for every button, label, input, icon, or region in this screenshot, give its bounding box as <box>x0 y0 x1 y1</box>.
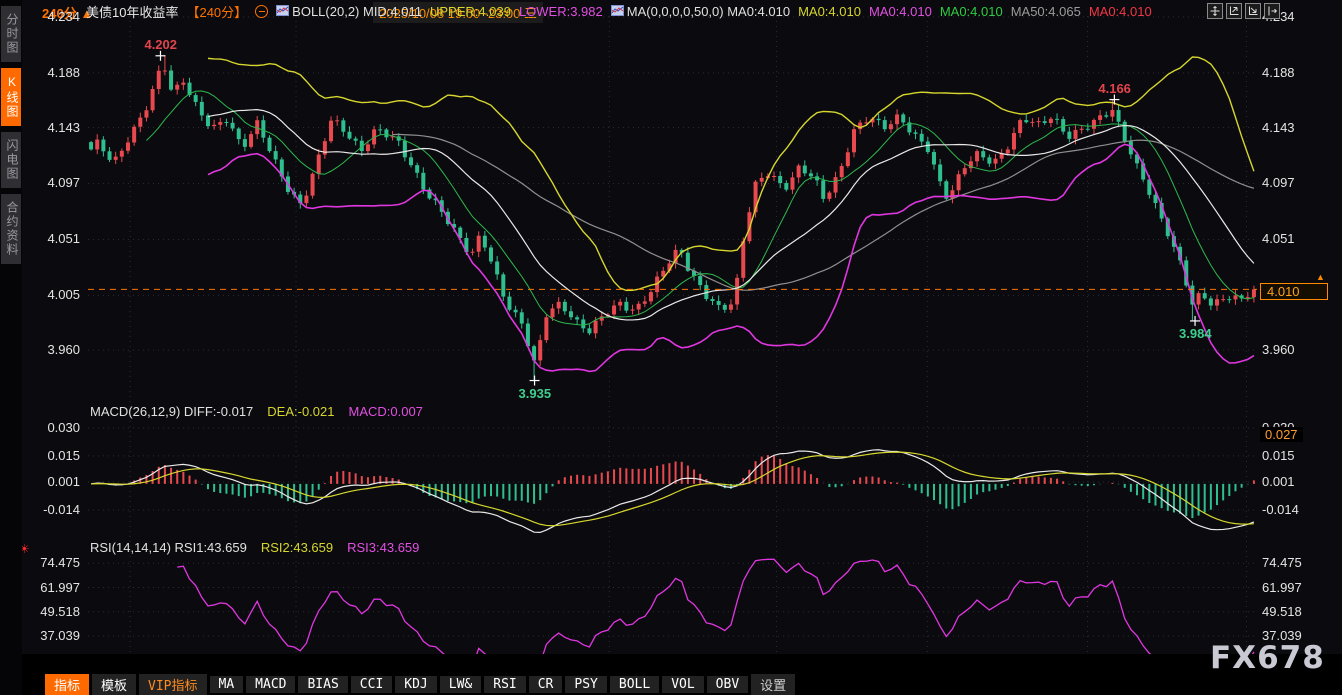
watermark: FX678 <box>1210 640 1325 676</box>
axis-zoom-right-icon[interactable] <box>1245 3 1261 19</box>
indicator-readout: LOWER:3.982 <box>519 4 603 19</box>
collapse-circle-icon[interactable] <box>255 5 268 18</box>
indicator-text: MA0:4.010 <box>798 4 861 19</box>
panel-header-text: RSI2:43.659 <box>261 540 333 555</box>
indicator-text: UPPER:4.039 <box>430 4 511 19</box>
toolbar-button-模板[interactable]: 模板 <box>92 674 136 695</box>
indicator-toolbar: 指标模板VIP指标MAMACDBIASCCIKDJLW&RSICRPSYBOLL… <box>22 674 1342 695</box>
sidebar-tab-分时图[interactable]: 分时图 <box>1 6 21 62</box>
indicator-text: MA0:4.010 <box>940 4 1003 19</box>
indicator-readout: MA0:4.010 <box>940 4 1003 19</box>
toolbar-button-PSY[interactable]: PSY <box>565 676 606 693</box>
axis-zoom-left-icon[interactable] <box>1226 3 1242 19</box>
indicator-readout: BOLL(20,2) MID:4.011 <box>276 4 422 19</box>
toolbar-button-CR[interactable]: CR <box>529 676 563 693</box>
indicator-readout: MA0:4.010 <box>798 4 861 19</box>
toolbar-button-MA[interactable]: MA <box>210 676 244 693</box>
indicator-readout: MA50:4.065 <box>1011 4 1081 19</box>
panel-header-text: MACD(26,12,9) DIFF:-0.017 <box>90 404 253 419</box>
indicator-text: LOWER:3.982 <box>519 4 603 19</box>
toolbar-button-VIP指标[interactable]: VIP指标 <box>139 674 206 695</box>
toolbar-button-OBV[interactable]: OBV <box>707 676 748 693</box>
shift-right-icon[interactable] <box>1264 3 1280 19</box>
indicator-readout: MA(0,0,0,0,50,0) MA0:4.010 <box>611 4 790 19</box>
toolbar-button-设置[interactable]: 设置 <box>751 674 795 695</box>
panel-header-text: MACD:0.007 <box>348 404 422 419</box>
indicator-text: MA(0,0,0,0,50,0) MA0:4.010 <box>627 4 790 19</box>
indicator-text: BOLL(20,2) MID:4.011 <box>292 4 422 19</box>
chart-thumbnail-icon[interactable] <box>611 4 624 19</box>
panel-header-text: DEA:-0.021 <box>267 404 334 419</box>
toolbar-button-MACD[interactable]: MACD <box>246 676 295 693</box>
pan-icon[interactable] <box>1207 3 1223 19</box>
sidebar-tab-闪电图[interactable]: 闪电图 <box>1 132 21 188</box>
indicator-text: MA0:4.010 <box>869 4 932 19</box>
time-axis-row <box>22 654 1342 676</box>
sidebar: 分时图 K线图闪电图合约资料 <box>0 0 22 695</box>
toolbar-button-KDJ[interactable]: KDJ <box>395 676 436 693</box>
indicator-text: MA50:4.065 <box>1011 4 1081 19</box>
symbol-title: 美债10年收益率 <box>86 2 178 21</box>
sidebar-tab-K线图[interactable]: K线图 <box>1 68 21 126</box>
chart-thumbnail-icon[interactable] <box>276 4 289 19</box>
toolbar-button-CCI[interactable]: CCI <box>351 676 392 693</box>
indicator-readout: MA0:4.010 <box>1089 4 1152 19</box>
indicator-readout: MA0:4.010 <box>869 4 932 19</box>
price-up-arrow-icon: ▲ <box>1316 272 1325 282</box>
toolbar-button-LW&[interactable]: LW& <box>440 676 481 693</box>
rsi-panel-header: RSI(14,14,14) RSI1:43.659 RSI2:43.659 RSI3… <box>90 540 419 555</box>
toolbar-button-VOL[interactable]: VOL <box>662 676 703 693</box>
period-label: 【240分】 <box>186 2 247 21</box>
panel-header-text: RSI3:43.659 <box>347 540 419 555</box>
window-buttons <box>1207 3 1280 19</box>
macd-panel-header: MACD(26,12,9) DIFF:-0.017 DEA:-0.021 MACD:… <box>90 404 423 419</box>
toolbar-button-BIAS[interactable]: BIAS <box>298 676 347 693</box>
toolbar-button-BOLL[interactable]: BOLL <box>610 676 659 693</box>
chart-header: 美债10年收益率 【240分】 BOLL(20,2) MID:4.011 UPPE… <box>86 2 1152 20</box>
indicator-text: MA0:4.010 <box>1089 4 1152 19</box>
sidebar-tab-合约资料[interactable]: 合约资料 <box>1 194 21 264</box>
panel-header-text: RSI(14,14,14) RSI1:43.659 <box>90 540 247 555</box>
indicator-readouts: BOLL(20,2) MID:4.011 UPPER:4.039 LOWER:3.9… <box>276 4 1152 19</box>
candlestick-chart[interactable] <box>0 0 1342 695</box>
current-price-badge: 4.010 <box>1260 283 1328 300</box>
toolbar-button-指标[interactable]: 指标 <box>45 674 89 695</box>
toolbar-button-RSI[interactable]: RSI <box>484 676 525 693</box>
indicator-readout: UPPER:4.039 <box>430 4 511 19</box>
macd-value-badge: 0.027 <box>1260 427 1303 442</box>
